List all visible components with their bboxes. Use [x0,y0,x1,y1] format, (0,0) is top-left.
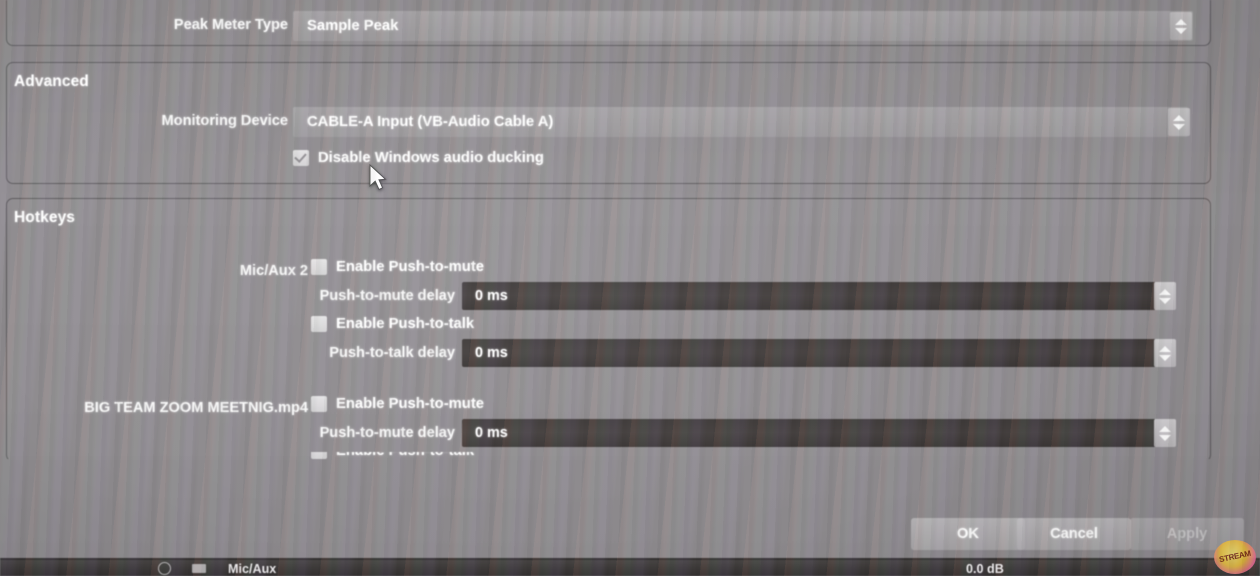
big-team-zoom-push-to-mute-checkbox-row[interactable]: Enable Push-to-mute [311,396,484,412]
big-team-zoom-push-to-mute-checkbox[interactable] [311,396,327,412]
hotkey-source-label-big-team-zoom: BIG TEAM ZOOM MEETNIG.mp4 [84,400,308,416]
peak-meter-type-value: Sample Peak [307,18,399,34]
monitoring-device-value: CABLE-A Input (VB-Audio Cable A) [307,114,554,130]
hotkey-source-label-mic-aux-2: Mic/Aux 2 [239,263,308,279]
big-team-zoom-push-to-mute-delay-spinner[interactable] [1154,419,1176,447]
mixer-divider [0,558,1260,560]
stream-watermark-logo: STREAM [1214,540,1256,574]
monitoring-device-spinner[interactable] [1168,108,1190,136]
chevron-down-icon [1173,123,1185,130]
mic-aux-2-push-to-mute-label: Enable Push-to-mute [336,259,484,275]
cancel-button[interactable]: Cancel [1017,518,1131,550]
big-team-zoom-push-to-mute-delay-spinbox[interactable]: 0 ms [462,419,1156,447]
hotkeys-group-title: Hotkeys [14,209,76,226]
obs-audio-settings-screenshot: Peak Meter Type Sample Peak Advanced Mon… [0,0,1260,576]
mic-aux-2-push-to-mute-delay-label: Push-to-mute delay [319,288,455,304]
advanced-group-title: Advanced [14,73,89,90]
mic-aux-2-push-to-mute-delay-value: 0 ms [475,288,508,304]
chevron-down-icon [1175,27,1187,34]
mic-aux-2-push-to-mute-delay-spinbox[interactable]: 0 ms [462,282,1156,310]
disable-audio-ducking-checkbox-row[interactable]: Disable Windows audio ducking [293,150,544,166]
mic-aux-2-push-to-mute-delay-spinner[interactable] [1154,282,1176,310]
mic-aux-2-push-to-talk-delay-label: Push-to-talk delay [329,345,455,361]
watermark-text: STREAM [1218,548,1252,565]
chevron-up-icon [1159,288,1171,295]
big-team-zoom-push-to-talk-checkbox[interactable] [311,452,327,459]
mic-aux-2-push-to-talk-delay-value: 0 ms [475,345,508,361]
audio-mixer-strip: Mic/Aux 0.0 dB [0,558,1260,576]
settings-dialog-surface: Peak Meter Type Sample Peak Advanced Mon… [0,0,1260,576]
chevron-down-icon [1159,354,1171,361]
mixer-source-name: Mic/Aux [228,562,277,576]
big-team-zoom-push-to-mute-label: Enable Push-to-mute [336,396,484,412]
peak-meter-type-spinner[interactable] [1170,12,1192,40]
big-team-zoom-push-to-mute-delay-value: 0 ms [475,425,508,441]
mic-aux-2-push-to-talk-checkbox[interactable] [311,316,327,332]
ok-button[interactable]: OK [911,518,1025,550]
mixer-db-value: 0.0 dB [966,562,1004,576]
big-team-zoom-push-to-mute-delay-label: Push-to-mute delay [319,425,455,441]
disable-audio-ducking-label: Disable Windows audio ducking [318,150,544,166]
big-team-zoom-push-to-talk-checkbox-row-clipped[interactable]: Enable Push-to-talk [311,452,1011,459]
dialog-button-bar: OK Cancel Apply [0,518,1260,558]
chevron-down-icon [1159,297,1171,304]
peak-meter-type-label: Peak Meter Type [173,17,288,33]
settings-gear-icon[interactable] [192,564,206,573]
mic-aux-2-push-to-talk-checkbox-row[interactable]: Enable Push-to-talk [311,316,474,332]
mic-aux-2-push-to-talk-label: Enable Push-to-talk [336,316,475,332]
big-team-zoom-push-to-talk-checkbox-row[interactable]: Enable Push-to-talk [311,452,474,459]
mic-aux-2-push-to-mute-checkbox-row[interactable]: Enable Push-to-mute [311,259,484,275]
big-team-zoom-push-to-talk-label: Enable Push-to-talk [336,452,474,459]
chevron-up-icon [1159,425,1171,432]
mic-aux-2-push-to-talk-delay-spinner[interactable] [1154,339,1176,367]
mute-speaker-icon[interactable] [158,562,171,575]
settings-scroll-area[interactable]: Peak Meter Type Sample Peak Advanced Mon… [0,0,1260,459]
chevron-up-icon [1173,114,1185,121]
disable-audio-ducking-checkbox[interactable] [293,150,309,166]
mic-aux-2-push-to-talk-delay-spinbox[interactable]: 0 ms [462,339,1156,367]
peak-meter-type-combobox[interactable]: Sample Peak [293,11,1193,41]
chevron-down-icon [1159,434,1171,441]
monitoring-device-combobox[interactable]: CABLE-A Input (VB-Audio Cable A) [293,107,1188,137]
chevron-up-icon [1159,345,1171,352]
mic-aux-2-push-to-mute-checkbox[interactable] [311,259,327,275]
monitoring-device-label: Monitoring Device [161,113,289,129]
chevron-up-icon [1175,18,1187,25]
